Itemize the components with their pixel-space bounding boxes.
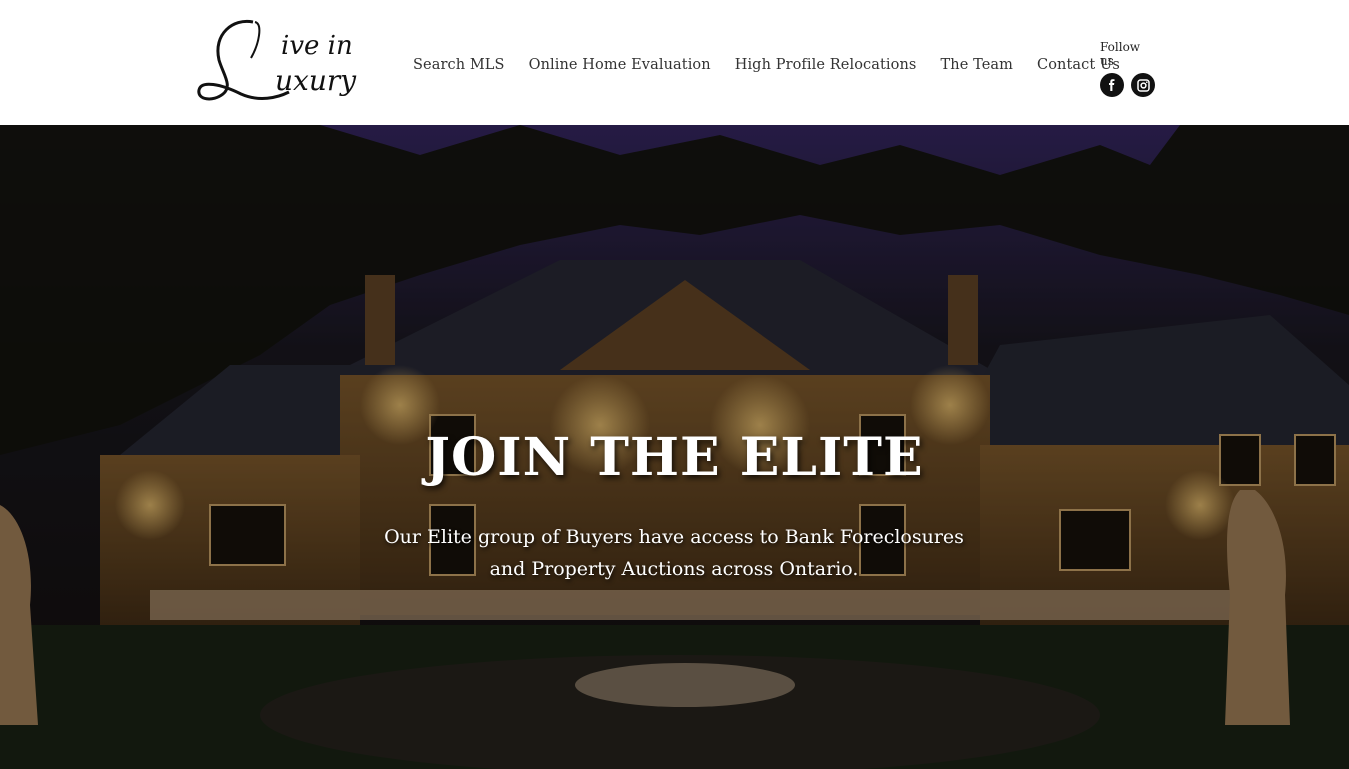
svg-text:uxury: uxury (275, 64, 357, 97)
nav-the-team[interactable]: The Team (940, 57, 1013, 73)
nav-high-profile-relocations[interactable]: High Profile Relocations (735, 57, 917, 73)
logo[interactable]: ive in uxury (193, 14, 365, 110)
follow-us: Follow us (1100, 40, 1156, 97)
nav-online-home-evaluation[interactable]: Online Home Evaluation (529, 57, 711, 73)
facebook-icon[interactable] (1100, 73, 1124, 97)
main-nav: Search MLS Online Home Evaluation High P… (413, 57, 1120, 73)
hero-banner: JOIN THE ELITE Our Elite group of Buyers… (0, 125, 1349, 769)
logo-mark: ive in uxury (197, 19, 357, 101)
social-links (1100, 73, 1156, 97)
hero-title: JOIN THE ELITE (425, 427, 924, 488)
instagram-icon[interactable] (1131, 73, 1155, 97)
follow-us-label: Follow us (1100, 40, 1141, 68)
nav-search-mls[interactable]: Search MLS (413, 57, 505, 73)
hero-subtitle: Our Elite group of Buyers have access to… (384, 526, 964, 580)
site-header: ive in uxury Search MLS Online Home Eval… (0, 0, 1349, 125)
svg-text:ive in: ive in (281, 31, 353, 61)
